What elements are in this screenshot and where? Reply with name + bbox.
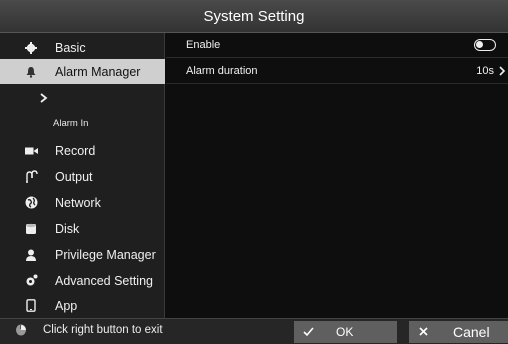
bell-icon (24, 65, 38, 79)
sidebar-item-network[interactable]: Network (0, 190, 165, 215)
chevron-right-icon[interactable] (498, 65, 506, 77)
camera-icon (24, 144, 38, 158)
sidebar-item-label: App (55, 298, 78, 313)
disk-icon (24, 222, 38, 236)
sidebar-item-alarm-manager[interactable]: Alarm Manager (0, 59, 165, 84)
close-icon (419, 327, 428, 336)
sidebar-item-app[interactable]: App (0, 293, 165, 318)
sidebar-item-label: Alarm Manager (55, 64, 141, 79)
advanced-gear-icon (24, 274, 38, 288)
sidebar-item-label: Output (55, 169, 93, 184)
user-icon (24, 248, 38, 262)
toggle-knob (476, 41, 483, 48)
settings-panel: Enable Alarm duration 10s (166, 33, 508, 318)
exit-hint: Click right button to exit (15, 324, 163, 336)
sidebar-item-label: Advanced Setting (55, 273, 153, 288)
sidebar: Basic Alarm Manager Alarm In Record Outp… (0, 33, 165, 318)
ok-button[interactable]: OK (294, 321, 397, 343)
phone-icon (24, 299, 38, 313)
globe-icon (24, 196, 38, 210)
sidebar-item-label: Network (55, 195, 101, 210)
window-title: System Setting (0, 0, 508, 33)
enable-row: Enable (166, 33, 508, 58)
sidebar-item-basic[interactable]: Basic (0, 35, 165, 60)
cancel-button[interactable]: Canel (409, 321, 508, 343)
sidebar-item-output[interactable]: Output (0, 164, 165, 189)
sidebar-item-label: Basic (55, 40, 86, 55)
enable-toggle[interactable] (474, 39, 496, 51)
sidebar-item-label: Record (55, 143, 96, 158)
submenu-item-alarm-in[interactable]: Alarm In (53, 118, 88, 129)
footer-bar: Click right button to exit OK Canel (0, 318, 508, 344)
alarm-duration-value: 10s (476, 65, 494, 77)
sidebar-item-advanced-setting[interactable]: Advanced Setting (0, 268, 165, 293)
sidebar-item-label: Privilege Manager (55, 247, 156, 262)
sidebar-item-privilege-manager[interactable]: Privilege Manager (0, 242, 165, 267)
sidebar-item-disk[interactable]: Disk (0, 216, 165, 241)
sidebar-item-record[interactable]: Record (0, 138, 165, 163)
sidebar-item-label: Disk (55, 221, 80, 236)
alarm-duration-row[interactable]: Alarm duration 10s (166, 59, 508, 84)
chevron-right-icon[interactable] (38, 91, 50, 105)
ok-button-label: OK (336, 325, 354, 339)
exit-hint-text: Click right button to exit (43, 324, 163, 336)
enable-label: Enable (186, 39, 221, 51)
alarm-duration-label: Alarm duration (186, 65, 258, 77)
check-icon (303, 327, 314, 337)
cancel-button-label: Canel (453, 324, 490, 340)
output-icon (24, 170, 38, 184)
gear-icon (24, 41, 38, 55)
mouse-icon (16, 324, 26, 336)
